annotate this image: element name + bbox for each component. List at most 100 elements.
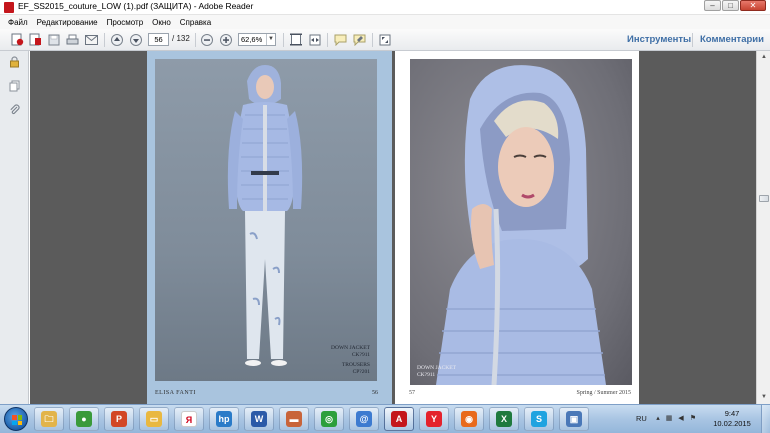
brand-footer: ELISA FANTI — [155, 390, 196, 396]
taskbar-button-word[interactable]: W — [244, 407, 274, 431]
prev-page-icon[interactable] — [110, 33, 124, 46]
print-icon[interactable] — [65, 33, 79, 46]
media-icon: ▬ — [286, 411, 302, 427]
lock-icon[interactable] — [8, 56, 21, 69]
caption-jacket-right-code: CK?911 — [417, 372, 436, 378]
taskbar-button-media[interactable]: ▬ — [279, 407, 309, 431]
zoom-value: 62,6% — [241, 35, 263, 44]
taskbar-button-excel[interactable]: X — [489, 407, 519, 431]
fit-width-icon[interactable] — [308, 33, 322, 46]
firefox-icon: ◉ — [461, 411, 477, 427]
skype-icon: S — [531, 411, 547, 427]
window-controls: – □ ✕ — [704, 0, 766, 12]
caption-jacket-right-title: DOWN JACKET — [417, 365, 456, 371]
vertical-scrollbar[interactable]: ▲ ▼ — [756, 51, 770, 404]
fullscreen-icon[interactable] — [378, 33, 392, 46]
taskbar: 🗀 ● P ▭ Яhp W ▬ ◎ @ A Y ◉ X S ▣ RU ▴ ▦ ◀ ⚑ 9:47 10.02.… — [0, 404, 770, 433]
mail-icon: @ — [356, 411, 372, 427]
minimize-button[interactable]: – — [704, 0, 721, 11]
close-button[interactable]: ✕ — [740, 0, 766, 11]
excel-icon: X — [496, 411, 512, 427]
taskbar-button-screen[interactable]: ▣ — [559, 407, 589, 431]
highlight-icon[interactable] — [352, 33, 366, 46]
toolbar-separator — [372, 33, 373, 47]
chevron-down-icon[interactable]: ▼ — [266, 34, 275, 45]
taskbar-button-firefox[interactable]: ◉ — [454, 407, 484, 431]
page-56: DOWN JACKET CK?911 TROUSERS CP?201 ELISA… — [147, 51, 392, 404]
powerpoint-icon: P — [111, 411, 127, 427]
zoom-in-icon[interactable] — [219, 33, 233, 46]
chat-icon: ◎ — [321, 411, 337, 427]
menu-help[interactable]: Справка — [180, 18, 211, 27]
taskbar-button-skype[interactable]: S — [524, 407, 554, 431]
scroll-thumb[interactable] — [759, 195, 769, 202]
menu-edit[interactable]: Редактирование — [37, 18, 98, 27]
clock-time: 9:47 — [724, 409, 740, 418]
caption-jacket: DOWN JACKET CK?911 — [331, 345, 370, 359]
taskbar-button-chrome[interactable]: ● — [69, 407, 99, 431]
language-indicator[interactable]: RU — [636, 414, 647, 423]
clock-date: 10.02.2015 — [713, 419, 751, 428]
page-number-left: 56 — [372, 390, 378, 396]
toolbar-separator — [104, 33, 105, 47]
tray-arrow-icon[interactable]: ▴ — [654, 415, 662, 423]
toolbar: 56 / 132 62,6% ▼ Инструменты Комментарии — [0, 29, 770, 51]
taskbar-button-chat[interactable]: ◎ — [314, 407, 344, 431]
page-57: DOWN JACKET CK?911 57 Spring / Summer 20… — [395, 51, 639, 404]
create-pdf-icon[interactable] — [10, 33, 24, 46]
model-photo-left — [155, 59, 377, 381]
taskbar-button-folder[interactable]: ▭ — [139, 407, 169, 431]
folder-icon: ▭ — [146, 411, 162, 427]
caption-jacket-title: DOWN JACKET — [331, 345, 370, 351]
chrome-icon: ● — [76, 411, 92, 427]
hp-icon: hp — [216, 411, 232, 427]
taskbar-button-powerpoint[interactable]: P — [104, 407, 134, 431]
acrobat-icon: A — [391, 411, 407, 427]
comments-panel-button[interactable]: Комментарии — [700, 34, 764, 45]
page-number-right: 57 — [409, 390, 415, 396]
show-desktop-button[interactable] — [761, 405, 770, 433]
scroll-up-icon[interactable]: ▲ — [759, 53, 769, 62]
taskbar-button-explorer[interactable]: 🗀 — [34, 407, 64, 431]
fit-page-icon[interactable] — [289, 33, 303, 46]
attachment-icon[interactable] — [8, 104, 21, 117]
taskbar-button-mail[interactable]: @ — [349, 407, 379, 431]
season-footer: Spring / Summer 2015 — [576, 390, 631, 396]
taskbar-button-acrobat[interactable]: A — [384, 407, 414, 431]
volume-icon[interactable]: ◀ — [677, 415, 685, 423]
open-icon[interactable] — [28, 33, 42, 46]
tools-panel-button[interactable]: Инструменты — [627, 34, 691, 45]
explorer-icon: 🗀 — [41, 411, 57, 427]
menu-file[interactable]: Файл — [8, 18, 28, 27]
zoom-out-icon[interactable] — [200, 33, 214, 46]
network-icon[interactable]: ▦ — [665, 415, 673, 423]
flag-icon[interactable]: ⚑ — [689, 415, 697, 423]
caption-trousers-code: CP?201 — [352, 369, 370, 375]
start-button[interactable] — [4, 407, 28, 431]
taskbar-button-yandex-browser[interactable]: Y — [419, 407, 449, 431]
zoom-select[interactable]: 62,6% ▼ — [238, 33, 276, 46]
pages-icon[interactable] — [8, 80, 21, 93]
yandex-browser-icon: Y — [426, 411, 442, 427]
comment-icon[interactable] — [333, 33, 347, 46]
scroll-down-icon[interactable]: ▼ — [759, 393, 769, 402]
document-viewport[interactable]: DOWN JACKET CK?911 TROUSERS CP?201 ELISA… — [30, 51, 756, 404]
taskbar-button-hp[interactable]: hp — [209, 407, 239, 431]
next-page-icon[interactable] — [129, 33, 143, 46]
toolbar-separator — [283, 33, 284, 47]
menu-window[interactable]: Окно — [152, 18, 171, 27]
caption-jacket-code: CK?911 — [351, 352, 370, 358]
navigation-panel — [0, 51, 29, 404]
menu-bar: Файл Редактирование Просмотр Окно Справк… — [0, 15, 770, 29]
toolbar-separator — [327, 33, 328, 47]
window-title: EF_SS2015_couture_LOW (1).pdf (ЗАЩИТА) -… — [18, 1, 254, 11]
taskbar-button-yandex[interactable]: Я — [174, 407, 204, 431]
clock[interactable]: 9:47 10.02.2015 — [712, 409, 752, 429]
word-icon: W — [251, 411, 267, 427]
save-icon[interactable] — [47, 33, 61, 46]
email-icon[interactable] — [84, 33, 98, 46]
menu-view[interactable]: Просмотр — [107, 18, 144, 27]
page-number-input[interactable]: 56 — [148, 33, 169, 46]
maximize-button[interactable]: □ — [722, 0, 739, 11]
title-bar: EF_SS2015_couture_LOW (1).pdf (ЗАЩИТА) -… — [0, 0, 770, 15]
